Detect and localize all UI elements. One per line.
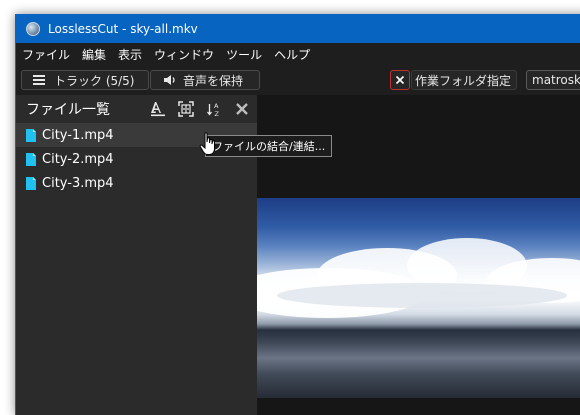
output-dir-label: 作業フォルダ指定: [415, 73, 512, 88]
menu-help[interactable]: ヘルプ: [268, 46, 316, 63]
format-select[interactable]: matroska: [526, 70, 580, 90]
window-title: LosslessCut - sky-all.mkv: [48, 22, 198, 36]
file-name: City-1.mp4: [42, 127, 114, 143]
file-icon: [26, 176, 36, 190]
speaker-icon: [164, 75, 175, 85]
file-list-header: ファイル一覧 A Z: [16, 95, 257, 123]
file-list-item[interactable]: City-3.mp4: [16, 171, 257, 195]
clean-icon[interactable]: [150, 101, 166, 117]
sort-az-icon[interactable]: A Z: [206, 101, 222, 117]
menu-file[interactable]: ファイル: [16, 46, 76, 63]
merge-files-tooltip: ファイルの結合/連結...: [205, 135, 333, 157]
keep-audio-button[interactable]: 音声を保持: [150, 70, 260, 90]
toolbar: トラック (5/5) 音声を保持 作業フォルダ指定 matroska: [16, 65, 580, 95]
file-icon: [26, 128, 36, 142]
svg-text:A: A: [214, 102, 219, 110]
app-window: LosslessCut - sky-all.mkv ファイル 編集 表示 ウィン…: [15, 14, 580, 415]
tracks-button[interactable]: トラック (5/5): [21, 70, 149, 90]
merge-files-icon[interactable]: [178, 101, 194, 117]
hand-cursor-icon: [199, 132, 215, 155]
format-value: matroska: [532, 73, 580, 87]
menu-view[interactable]: 表示: [112, 46, 148, 63]
title-bar[interactable]: LosslessCut - sky-all.mkv: [16, 15, 580, 43]
menu-bar: ファイル 編集 表示 ウィンドウ ツール ヘルプ: [16, 43, 580, 65]
close-icon: [395, 75, 405, 85]
file-icon: [26, 152, 36, 166]
menu-edit[interactable]: 編集: [76, 46, 112, 63]
tooltip-text: ファイルの結合/連結...: [212, 140, 326, 153]
clear-output-dir-button[interactable]: [390, 70, 410, 90]
tracks-label: トラック (5/5): [54, 73, 135, 88]
close-icon[interactable]: [234, 101, 250, 117]
file-name: City-3.mp4: [42, 175, 114, 191]
keep-audio-label: 音声を保持: [183, 73, 244, 88]
menu-window[interactable]: ウィンドウ: [148, 46, 220, 63]
app-icon: [26, 22, 40, 36]
output-dir-button[interactable]: 作業フォルダ指定: [411, 70, 517, 90]
file-list: City-1.mp4 City-2.mp4 City-3.mp4: [16, 123, 257, 195]
file-name: City-2.mp4: [42, 151, 114, 167]
file-list-title: ファイル一覧: [26, 102, 110, 118]
menu-tools[interactable]: ツール: [220, 46, 268, 63]
svg-text:Z: Z: [215, 110, 220, 117]
list-icon: [33, 75, 45, 85]
video-preview[interactable]: [257, 198, 580, 398]
